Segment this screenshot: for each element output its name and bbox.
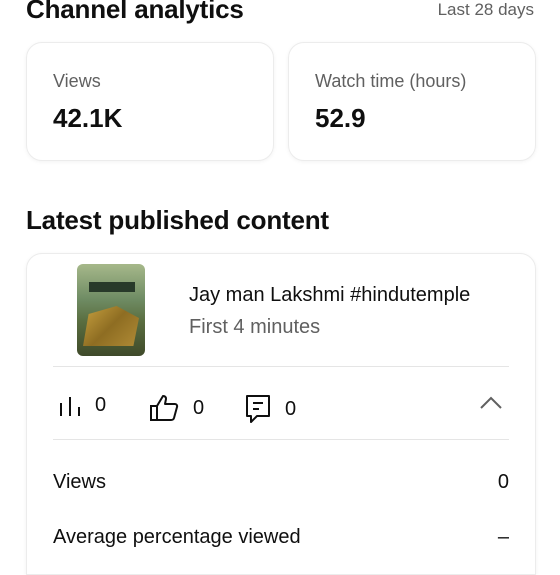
stat-value: 52.9 [315, 103, 366, 133]
video-title[interactable]: Jay man Lakshmi #hindutemple [189, 284, 470, 307]
thumbs-up-icon [149, 394, 179, 422]
views-metric: 0 [59, 394, 106, 417]
video-period: First 4 minutes [189, 316, 321, 338]
comments-count: 0 [285, 397, 297, 420]
video-thumbnail[interactable] [77, 264, 145, 356]
bar-chart-icon [59, 395, 81, 417]
detail-label-avg-percentage: Average percentage viewed [53, 526, 301, 548]
likes-count: 0 [193, 396, 205, 419]
comments-metric: 0 [245, 394, 296, 424]
chevron-up-icon[interactable] [479, 396, 503, 415]
date-range-label: Last 28 days [437, 0, 534, 19]
stat-label: Watch time (hours) [315, 71, 467, 91]
detail-label-views: Views [53, 471, 106, 493]
likes-metric: 0 [149, 394, 204, 422]
detail-value-views: 0 [497, 471, 509, 493]
latest-video-card: Jay man Lakshmi #hindutemple First 4 min… [26, 253, 536, 575]
page-title: Channel analytics [26, 0, 244, 24]
divider [53, 439, 509, 440]
thumbnail-artwork [83, 306, 139, 346]
comment-icon [245, 394, 271, 424]
detail-value-avg-percentage: – [497, 526, 509, 548]
divider [53, 366, 509, 367]
latest-content-title: Latest published content [26, 205, 329, 235]
stat-card-watch-time[interactable]: Watch time (hours) 52.9 [288, 42, 536, 161]
stat-card-views[interactable]: Views 42.1K [26, 42, 274, 161]
views-count: 0 [95, 394, 107, 416]
stat-label: Views [53, 71, 101, 91]
stat-value: 42.1K [53, 103, 123, 133]
thumbnail-caption-band [89, 282, 135, 292]
